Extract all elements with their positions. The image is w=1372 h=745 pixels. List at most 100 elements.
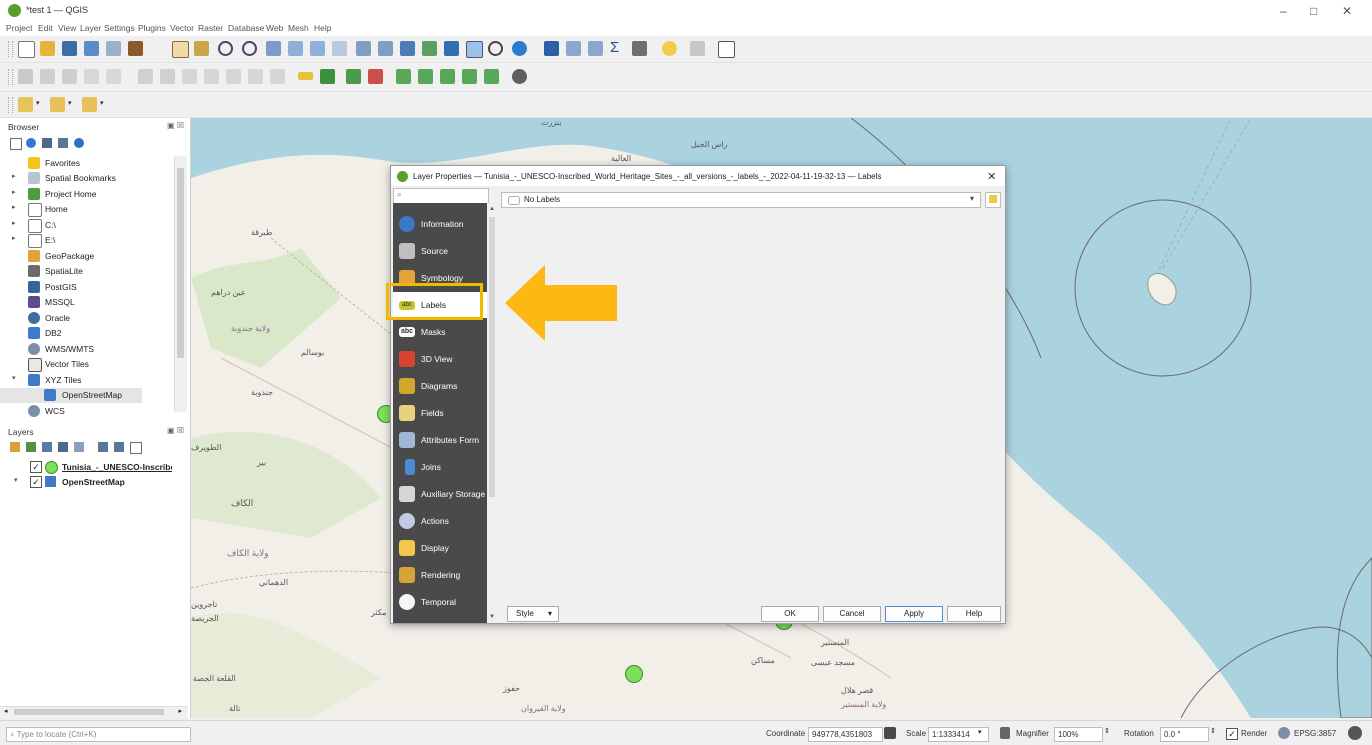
nav-masks[interactable]: abc Masks [393,319,487,345]
ok-button[interactable]: OK [761,606,819,622]
show-hide-labels-icon[interactable] [462,69,477,84]
nav-3d-view[interactable]: 3D View [393,346,487,372]
deselect-icon[interactable] [82,97,97,112]
minimize-button[interactable]: – [1280,4,1287,18]
browser-item-wms-wmts[interactable]: WMS/WMTS [0,342,172,357]
rotate-label-icon[interactable] [418,69,433,84]
nav-fields[interactable]: Fields [393,400,487,426]
coordinate-field[interactable]: 949778,4351803 [808,727,883,742]
layer-item-tunisia-unesco[interactable]: ✓ Tunisia_-_UNESCO-Inscribed_Wo [0,460,190,475]
browser-item-e-drive[interactable]: ▸ E:\ [0,233,172,248]
heritage-site-point[interactable] [625,665,643,683]
browser-scrollbar[interactable] [174,156,187,412]
statistics-icon[interactable] [588,41,603,56]
zoom-native-icon[interactable] [332,41,347,56]
info-icon[interactable] [74,138,84,148]
label-properties-icon[interactable] [484,69,499,84]
plugin-icon[interactable] [512,69,527,84]
expand-all-icon[interactable] [98,442,108,452]
render-checkbox[interactable]: ✓ [1226,728,1238,740]
refresh-icon[interactable] [26,138,36,148]
browser-item-home[interactable]: ▸ Home [0,202,172,217]
close-button[interactable]: ✕ [1342,4,1352,18]
save-project-icon[interactable] [62,41,77,56]
coordinate-toggle-icon[interactable] [884,727,896,739]
vertex-tool-icon[interactable] [106,69,121,84]
scroll-up-icon[interactable]: ▲ [489,206,495,212]
move-label-icon[interactable] [396,69,411,84]
layer-item-openstreetmap[interactable]: ▾ ✓ OpenStreetMap [0,475,172,490]
collapse-all-icon[interactable] [58,138,68,148]
panel-float-close-icon[interactable]: ▣ ☒ [167,426,184,435]
browser-item-project-home[interactable]: ▸ Project Home [0,187,172,202]
zoom-last-icon[interactable] [356,41,371,56]
pan-map-icon[interactable] [172,41,189,58]
add-layer-icon[interactable] [18,97,33,112]
filter-icon[interactable] [58,442,68,452]
scrollbar-thumb[interactable] [489,217,495,497]
collapse-all-icon[interactable] [114,442,124,452]
menu-edit[interactable]: Edit [38,23,53,33]
property-search-input[interactable]: ⌕ [393,188,489,204]
scrollbar-thumb[interactable] [14,709,164,715]
rotation-field[interactable]: 0.0 ° [1160,727,1209,742]
clock-icon[interactable] [488,41,503,56]
browser-item-mssql[interactable]: MSSQL [0,295,172,310]
browser-item-oracle[interactable]: Oracle [0,311,172,326]
crs-label[interactable]: EPSG:3857 [1294,729,1336,738]
chevron-down-icon[interactable]: ▾ [978,728,982,736]
browser-item-openstreetmap[interactable]: OpenStreetMap [0,388,142,403]
zoom-out-icon[interactable] [242,41,257,56]
menu-help[interactable]: Help [314,23,331,33]
spin-arrows-icon[interactable]: ⇕ [1104,727,1110,735]
apply-button[interactable]: Apply [885,606,943,622]
undo-icon[interactable] [248,69,263,84]
cancel-button[interactable]: Cancel [823,606,881,622]
label-toolbar-icon[interactable] [298,72,313,80]
cut-features-icon[interactable] [182,69,197,84]
redo-icon[interactable] [270,69,285,84]
label-mode-select[interactable]: No Labels ▾ [501,192,981,208]
refresh-icon[interactable] [512,41,527,56]
browser-item-spatial-bookmarks[interactable]: ▸ Spatial Bookmarks [0,171,172,186]
zoom-in-icon[interactable] [218,41,233,56]
crs-globe-icon[interactable] [1278,727,1290,739]
pan-to-selection-icon[interactable] [194,41,209,56]
maximize-button[interactable]: □ [1310,4,1317,18]
new-map-view-icon[interactable] [400,41,415,56]
nav-information[interactable]: Information [393,211,487,237]
spin-arrows-icon[interactable]: ⇕ [1210,727,1216,735]
nav-joins[interactable]: Joins [393,454,487,480]
map-tips-icon[interactable] [662,41,677,56]
filter-icon[interactable] [42,138,52,148]
style-manager-icon[interactable] [128,41,143,56]
modify-attributes-icon[interactable] [138,69,153,84]
help-button[interactable]: Help [947,606,1001,622]
chevron-down-icon[interactable]: ▾ [68,99,83,114]
layer-visibility-checkbox[interactable]: ✓ [30,476,42,488]
expand-arrow-icon[interactable]: ▾ [14,476,18,484]
toolbar-grip[interactable] [8,41,13,57]
add-selected-icon[interactable] [10,138,22,150]
nav-auxiliary-storage[interactable]: Auxiliary Storage [393,481,487,507]
digitize-icon[interactable] [40,69,55,84]
paste-features-icon[interactable] [226,69,241,84]
manage-themes-icon[interactable] [42,442,52,452]
bookmark-icon[interactable] [466,41,483,58]
highlight-pinned-icon[interactable] [368,69,383,84]
dialog-close-button[interactable]: ✕ [987,170,996,183]
chevron-down-icon[interactable]: ▾ [100,99,115,114]
menu-database[interactable]: Database [228,23,264,33]
nav-temporal[interactable]: Temporal [393,589,487,615]
browser-item-wcs[interactable]: WCS [0,404,172,419]
layers-h-scrollbar[interactable]: ◂ ▸ [0,706,188,718]
browser-item-geopackage[interactable]: GeoPackage [0,249,172,264]
browser-item-db2[interactable]: DB2 [0,326,172,341]
browser-item-favorites[interactable]: Favorites [0,156,172,171]
select-features-icon[interactable] [50,97,65,112]
layer-labeling-icon[interactable] [320,69,335,84]
open-project-icon[interactable] [40,41,55,56]
toolbar-grip[interactable] [8,97,13,113]
label-rules-button[interactable] [985,192,1001,208]
menu-plugins[interactable]: Plugins [138,23,166,33]
